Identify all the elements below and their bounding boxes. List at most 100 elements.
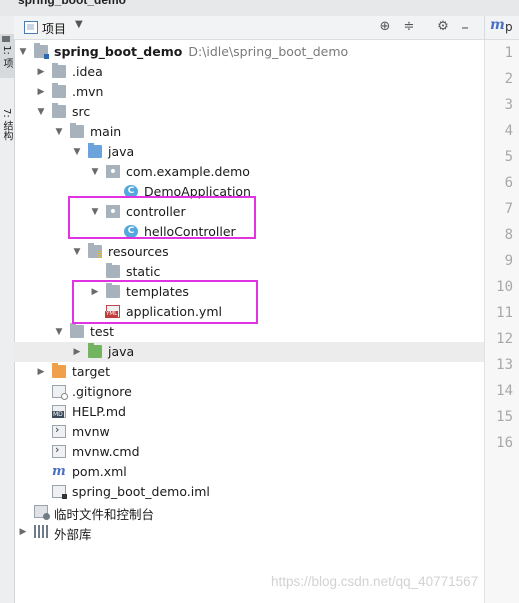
tree-item[interactable]: HELP.md [14, 402, 484, 422]
chevron-right-icon[interactable]: ▶ [72, 346, 82, 358]
tree-item-text: resources [108, 244, 169, 259]
tree-item-label: spring_boot_demo D:\idle\spring_boot_demo [54, 44, 348, 59]
tree-item-text: helloController [144, 224, 236, 239]
source-folder-icon [88, 143, 102, 158]
line-number: 16 [496, 435, 513, 451]
shell-file-icon [52, 423, 66, 438]
tree-item[interactable]: spring_boot_demo.iml [14, 482, 484, 502]
tree-item-text: mvnw.cmd [72, 444, 140, 459]
project-tree: ▼ spring_boot_demo D:\idle\spring_boot_dem… [14, 40, 484, 603]
chevron-down-icon[interactable]: ▼ [54, 326, 64, 338]
tree-item-label: target [72, 364, 110, 379]
tree-item[interactable]: application.yml [14, 302, 484, 322]
collapse-all-icon[interactable]: ≑ [400, 18, 418, 36]
tree-item-label: src [72, 104, 90, 119]
tree-item[interactable]: ▼ test [14, 322, 484, 342]
tree-item[interactable]: ▼ controller [14, 202, 484, 222]
tree-item-label: java [108, 344, 134, 359]
chevron-right-icon[interactable]: ▶ [36, 366, 46, 378]
tree-item-label: HELP.md [72, 404, 126, 419]
project-tab-icon [2, 36, 10, 42]
tree-item-text: .gitignore [72, 384, 132, 399]
tree-item-text: src [72, 104, 91, 119]
chevron-down-icon[interactable]: ▼ [90, 166, 100, 178]
tree-item[interactable]: ▼ main [14, 122, 484, 142]
tree-item-label: mvnw [72, 424, 110, 439]
line-number: 11 [496, 305, 513, 321]
tree-item-label: main [90, 124, 121, 139]
tree-item[interactable]: ▶ 外部库 [14, 522, 484, 542]
tree-item[interactable]: ▼ src [14, 102, 484, 122]
tree-item-text: 外部库 [54, 527, 92, 542]
chevron-right-icon[interactable]: ▶ [90, 286, 100, 298]
tree-item-text: DemoApplication [144, 184, 251, 199]
tree-item-label: static [126, 264, 160, 279]
tree-item-text: controller [126, 204, 186, 219]
chevron-down-icon[interactable]: ▼ [72, 246, 82, 258]
tree-item[interactable]: ChelloController [14, 222, 484, 242]
tree-item[interactable]: 临时文件和控制台 [14, 502, 484, 522]
tree-item[interactable]: m pom.xml [14, 462, 484, 482]
tree-item-label: application.yml [126, 304, 222, 319]
tree-item[interactable]: ▼ com.example.demo [14, 162, 484, 182]
tree-item-label: .mvn [72, 84, 103, 99]
line-number: 10 [496, 279, 513, 295]
tree-item[interactable]: C DemoApplication [14, 182, 484, 202]
chevron-down-icon[interactable]: ▼ [54, 126, 64, 138]
tree-item[interactable]: ▶ target [14, 362, 484, 382]
gear-icon[interactable]: ⚙ [434, 18, 452, 36]
line-number: 12 [496, 331, 513, 347]
yml-file-icon [105, 305, 120, 318]
target-icon[interactable]: ⊕ [376, 18, 394, 36]
chevron-down-icon[interactable]: ▼ [75, 19, 83, 30]
chevron-down-icon[interactable]: ▼ [72, 146, 82, 158]
tree-item[interactable]: ▼ spring_boot_demo D:\idle\spring_boot_dem… [14, 42, 484, 62]
chevron-right-icon[interactable]: ▶ [18, 526, 28, 538]
tree-item[interactable]: .gitignore [14, 382, 484, 402]
tree-item[interactable]: ▶ java [14, 342, 484, 362]
tree-item-label: spring_boot_demo.iml [72, 484, 210, 499]
view-selector-label[interactable]: 项目 [42, 20, 66, 37]
chevron-down-icon[interactable]: ▼ [36, 106, 46, 118]
tree-item[interactable]: static [14, 262, 484, 282]
tree-item-text: 临时文件和控制台 [54, 507, 155, 522]
iml-file-icon [52, 485, 67, 499]
tree-item[interactable]: mvnw [14, 422, 484, 442]
line-number: 8 [504, 227, 513, 243]
tab-project[interactable]: 1: 项目 [0, 34, 14, 78]
line-number: 13 [496, 357, 513, 373]
chevron-down-icon[interactable]: ▼ [18, 46, 28, 58]
tree-item[interactable]: ▶ .idea [14, 62, 484, 82]
editor-tab[interactable]: m p [484, 16, 519, 40]
tree-item[interactable]: ▶ templates [14, 282, 484, 302]
left-tool-strip: 1: 项目 7: 结构 [0, 16, 15, 603]
tree-item-label: mvnw.cmd [72, 444, 140, 459]
line-number: 1 [504, 45, 513, 61]
maven-icon: m [52, 464, 66, 479]
tree-item[interactable]: mvnw.cmd [14, 442, 484, 462]
package-icon [106, 165, 120, 178]
maven-icon: m [490, 17, 505, 33]
tree-item[interactable]: ▶ .mvn [14, 82, 484, 102]
tree-item-label: DemoApplication [144, 184, 251, 199]
tab-structure[interactable]: 7: 结构 [0, 108, 14, 148]
chevron-right-icon[interactable]: ▶ [36, 86, 46, 98]
hide-icon[interactable]: – [456, 18, 474, 36]
tree-item-text: mvnw [72, 424, 110, 439]
folder-icon [52, 63, 66, 78]
chevron-right-icon[interactable]: ▶ [36, 66, 46, 78]
tree-item-label: com.example.demo [126, 164, 250, 179]
project-view-icon [24, 21, 38, 34]
line-number: 6 [504, 175, 513, 191]
tree-item-text: static [126, 264, 161, 279]
tree-item-label: helloController [144, 224, 236, 239]
tree-item[interactable]: ▼ resources [14, 242, 484, 262]
tree-item-text: pom.xml [72, 464, 127, 479]
tree-item-label: templates [126, 284, 189, 299]
tree-item-text: test [90, 324, 115, 339]
libraries-icon [34, 525, 48, 538]
line-number: 5 [504, 149, 513, 165]
tree-item[interactable]: ▼ java [14, 142, 484, 162]
chevron-down-icon[interactable]: ▼ [90, 206, 100, 218]
tree-item-label: controller [126, 204, 186, 219]
